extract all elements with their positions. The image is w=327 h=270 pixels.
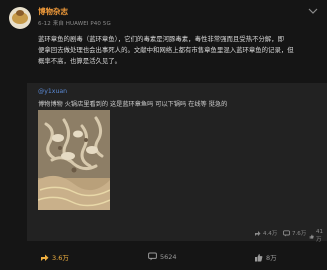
quoted-post-stats: 4.4万 7.6万 41万 (27, 229, 323, 243)
quoted-like-count: 41万 (316, 229, 324, 243)
share-button[interactable]: 3.6万 (40, 252, 69, 262)
share-icon (255, 230, 261, 236)
quoted-post-card[interactable]: @y1xuan 博物博物 火锅店里看到的 这是蓝环章鱼吗 可以下锅吗 在线等 挺… (27, 83, 327, 243)
quoted-share-stat[interactable]: 4.4万 (254, 229, 277, 237)
more-icon[interactable] (308, 8, 318, 14)
like-icon (255, 253, 263, 261)
post-body-line: 蓝环章鱼的剧毒（蓝环章鱼），它们的毒素是河豚毒素，毒性非常强而且受热不分解，即 (38, 35, 285, 43)
post-header: 博物杂志 6-12 来自 HUAWEI P40 5G (0, 0, 327, 30)
comment-icon (283, 229, 290, 236)
quoted-comment-count: 7.6万 (292, 231, 307, 237)
comment-count: 5624 (160, 252, 177, 261)
post-body: 蓝环章鱼的剧毒（蓝环章鱼），它们的毒素是河豚毒素，毒性非常强而且受热不分解，即 … (38, 34, 320, 67)
author-name[interactable]: 博物杂志 (38, 6, 68, 17)
quoted-share-count: 4.4万 (263, 231, 278, 237)
octopus-photo[interactable] (38, 110, 110, 210)
like-count: 8万 (266, 254, 277, 262)
post-meta: 6-12 来自 HUAWEI P40 5G (38, 21, 111, 27)
comment-button[interactable]: 5624 (148, 252, 177, 261)
like-icon (309, 234, 314, 239)
quoted-text-content: 博物博物 火锅店里看到的 这是蓝环章鱼吗 可以下锅吗 在线等 挺急的 (38, 101, 228, 108)
quoted-post-text: 博物博物 火锅店里看到的 这是蓝环章鱼吗 可以下锅吗 在线等 挺急的 (38, 99, 227, 108)
comment-icon (148, 252, 157, 261)
quoted-author-handle[interactable]: @y1xuan (38, 88, 67, 95)
quoted-like-stat[interactable]: 41万 (309, 229, 325, 243)
avatar[interactable] (9, 7, 31, 29)
post-body-line: 概率不高，也算是活久见了。 (38, 57, 122, 65)
share-icon (41, 254, 49, 261)
like-button[interactable]: 8万 (254, 252, 277, 262)
post-body-line: 便拿回去做处理也会出事死人的。文献中和网络上都有市售章鱼里混入蓝环章鱼的记录，但 (38, 46, 294, 54)
post-action-bar: 3.6万 5624 8万 (0, 248, 327, 270)
share-count: 3.6万 (52, 254, 69, 262)
quoted-comment-stat[interactable]: 7.6万 (283, 229, 306, 237)
